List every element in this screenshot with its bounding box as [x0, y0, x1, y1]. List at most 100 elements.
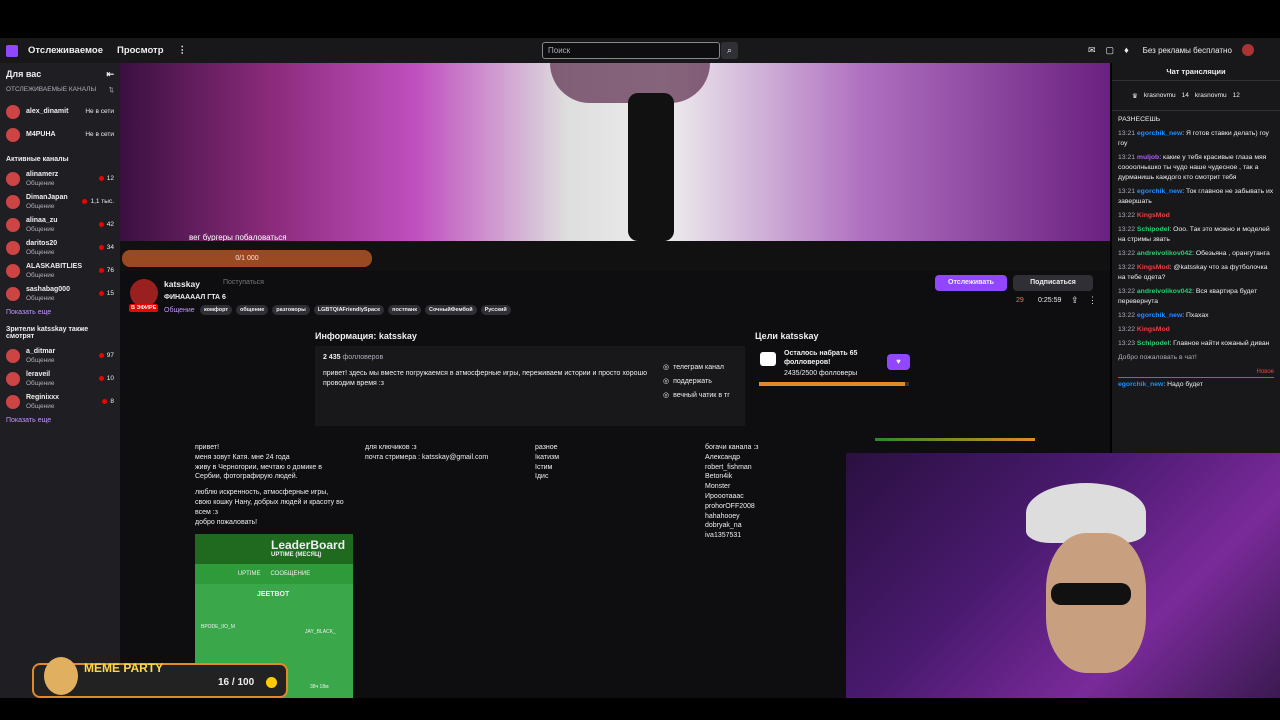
link-label: поддержать	[673, 378, 712, 385]
chat-message: РАЗНЕСЕШЬ	[1118, 115, 1274, 125]
stream-tag[interactable]: комфорт	[200, 305, 233, 315]
panel-about-me: привет! меня зовут Катя. мне 24 года живу …	[195, 443, 360, 527]
sidebar-followed-item[interactable]: M4PUHA Не в сети	[6, 123, 114, 146]
panel-line: для ключиков :з	[365, 444, 417, 451]
inbox-icon[interactable]: ✉	[1088, 45, 1096, 56]
chat-timestamp: 13:21	[1118, 130, 1136, 137]
collapse-icon[interactable]: ⇤	[106, 69, 114, 80]
chat-username[interactable]: Schipodel	[1137, 226, 1169, 233]
more-options-icon[interactable]: ⋮	[1088, 295, 1097, 306]
chat-username[interactable]: KingsMod	[1137, 326, 1170, 333]
channel-info: DimanJapan Общение	[26, 193, 82, 211]
chat-timestamp: 13:22	[1118, 264, 1136, 271]
panel-line: iva1357531	[705, 532, 742, 540]
show-more-link[interactable]: Показать еще	[6, 309, 114, 316]
chat-username[interactable]: andreivolikov042	[1137, 250, 1192, 257]
sidebar-channel-item[interactable]: sashabag000 Общение 15	[6, 282, 114, 305]
top-nav: Отслеживаемое Просмотр ⋮ Поиск ⌕ ✉ ▢ ♦ Б…	[0, 38, 1280, 63]
chat-username[interactable]: KingsMod	[1137, 264, 1170, 271]
chat-message: 13:22 KingsMod	[1118, 211, 1274, 221]
adfree-button[interactable]: Без рекламы бесплатно	[1143, 46, 1232, 55]
chat-text: : Надо будет	[1163, 381, 1203, 388]
subscribe-button[interactable]: Подписаться	[1013, 275, 1093, 291]
channel-info: ALASKABITLIES Общение	[26, 262, 99, 280]
social-link[interactable]: ◎ телеграм канал	[663, 362, 730, 373]
stream-tag[interactable]: постпанк	[388, 305, 421, 315]
chat-username[interactable]: muljob	[1137, 154, 1159, 161]
gift-crown-icon: ♛	[1132, 92, 1138, 100]
channel-name: DimanJapan	[26, 193, 68, 201]
search-input[interactable]: Поиск	[542, 42, 720, 59]
nav-following[interactable]: Отслеживаемое	[28, 45, 103, 56]
chat-username[interactable]: egorchik_new	[1137, 188, 1182, 195]
viewer-number: 34	[106, 244, 114, 251]
more-icon[interactable]: ⋮	[178, 45, 188, 56]
chat-username[interactable]: egorchik_new	[1137, 312, 1182, 319]
chat-message: 13:21 egorchik_new: Я готов ставки делат…	[1118, 129, 1274, 149]
goal-fill	[759, 382, 906, 386]
stream-tag[interactable]: LGBTQIAFriendlySpace	[313, 305, 385, 315]
panel-line: свою кошку Нану, добрых людей и красоту …	[195, 498, 344, 506]
meme-title: MEME PARTY	[84, 661, 164, 675]
followers-count: 2 435 фолловеров	[323, 354, 384, 361]
sidebar-channel-item[interactable]: Reginixxx Общение 8	[6, 390, 114, 413]
tab-messages[interactable]: СООБЩЕНИЕ	[270, 571, 310, 577]
chat-message: 13:22 Schipodel: Ооо. Так это можно и мо…	[1118, 225, 1274, 245]
stream-category[interactable]: Общение	[164, 307, 195, 314]
chat-timestamp: 13:22	[1118, 226, 1136, 233]
gift-leader-2-count: 12	[1232, 92, 1240, 99]
search-icon[interactable]: ⌕	[721, 42, 738, 59]
leaderboard-left: BPODE_IIO_M	[201, 624, 235, 630]
about-description: привет! здесь мы вместе погружаемся в ат…	[323, 370, 647, 387]
channel-info: leraveil Общение	[26, 370, 99, 388]
tab-uptime[interactable]: UPTIME	[238, 571, 261, 577]
show-more-link-2[interactable]: Показать еще	[6, 417, 114, 424]
channel-avatar	[6, 217, 20, 232]
chat-text: РАЗНЕСЕШЬ	[1118, 116, 1161, 123]
user-avatar[interactable]	[1241, 44, 1254, 56]
channel-info: alinaa_zu Общение	[26, 216, 99, 234]
sort-icon[interactable]: ⇅	[109, 86, 114, 94]
also-watch-label: Зрители katsskay также смотрят	[6, 326, 89, 340]
viewer-number: 42	[106, 221, 114, 228]
sidebar-followed-item[interactable]: alex_dinamit Не в сети	[6, 100, 114, 123]
chat-username[interactable]: andreivolikov042	[1137, 288, 1192, 295]
chat-username[interactable]: Schipodel	[1137, 340, 1169, 347]
video-player[interactable]: вег бургеры побаловаться	[120, 63, 1110, 241]
chat-username[interactable]: KingsMod	[1137, 212, 1170, 219]
live-dot-icon	[98, 222, 104, 227]
stream-info: В ЭФИРЕ katsskay Поступаться ФИНААААЛ ГТ…	[120, 271, 1110, 319]
chat-message: 13:22 KingsMod: @katsskay что за футболо…	[1118, 263, 1274, 283]
goal-follow-button[interactable]: ♥	[887, 354, 910, 370]
panel-line: prohorOFF2008	[705, 502, 755, 510]
stream-tag[interactable]: разговоры	[272, 305, 310, 315]
notifications-icon[interactable]: ♦	[1124, 45, 1129, 55]
chat-username[interactable]: egorchik_new	[1118, 381, 1163, 388]
gift-leader-2[interactable]: krasnovmu	[1195, 92, 1227, 99]
channel-category: Общение	[26, 179, 55, 187]
social-link[interactable]: ◎ вечный чатик в тг	[663, 390, 730, 401]
stream-tag[interactable]: общение	[236, 305, 269, 315]
stream-tag[interactable]: СочныйФембой	[424, 305, 477, 315]
whispers-icon[interactable]: ▢	[1106, 45, 1115, 56]
follow-button[interactable]: Отслеживать	[935, 275, 1007, 291]
twitch-logo-icon[interactable]	[6, 44, 18, 57]
goal-progress-bar: 0/1 000	[122, 250, 372, 267]
sidebar-channel-item[interactable]: ALASKABITLIES Общение 76	[6, 259, 114, 282]
sidebar-channel-item[interactable]: alinaa_zu Общение 42	[6, 213, 114, 236]
sidebar-channel-item[interactable]: DimanJapan Общение 1,1 тыс.	[6, 190, 114, 213]
streamer-name[interactable]: katsskay	[164, 279, 200, 289]
nav-browse[interactable]: Просмотр	[117, 45, 164, 56]
stream-tag[interactable]: Русский	[480, 305, 511, 315]
social-link[interactable]: ◎ поддержать	[663, 376, 730, 387]
sidebar-channel-item[interactable]: a_ditmar Общение 97	[6, 344, 114, 367]
gift-leader-1[interactable]: krasnovmu	[1144, 92, 1176, 99]
share-icon[interactable]: ⇪	[1071, 295, 1079, 306]
chat-username[interactable]: egorchik_new	[1137, 130, 1182, 137]
sidebar-channel-item[interactable]: leraveil Общение 10	[6, 367, 114, 390]
sidebar-channel-item[interactable]: daritos20 Общение 34	[6, 236, 114, 259]
sidebar-channel-item[interactable]: alinamerz Общение 12	[6, 167, 114, 190]
channel-category: Общение	[26, 271, 55, 279]
viewer-count: 8	[102, 398, 114, 405]
streamer-avatar[interactable]	[130, 279, 158, 307]
